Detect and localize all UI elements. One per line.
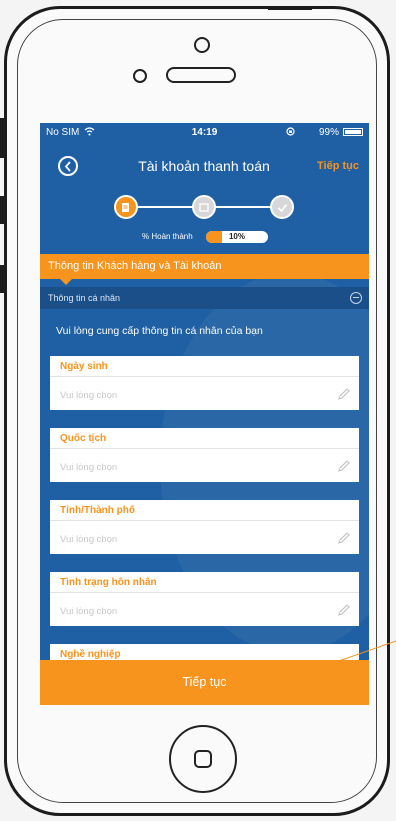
page-title: Tài khoản thanh toán bbox=[138, 158, 270, 174]
field-divider bbox=[50, 448, 359, 449]
back-button[interactable] bbox=[58, 156, 78, 176]
pencil-icon[interactable] bbox=[337, 531, 351, 545]
camera-icon bbox=[194, 37, 210, 53]
pencil-icon[interactable] bbox=[337, 459, 351, 473]
field-label: Ngày sinh bbox=[60, 361, 108, 372]
step-indicator bbox=[40, 195, 369, 219]
pencil-icon[interactable] bbox=[337, 603, 351, 617]
pencil-icon[interactable] bbox=[337, 387, 351, 401]
volume-up-button bbox=[0, 196, 6, 224]
field-nationality[interactable]: Quốc tịch bbox=[50, 428, 359, 482]
subsection-header[interactable]: Thông tin cá nhân bbox=[40, 287, 369, 309]
minus-circle-icon[interactable] bbox=[350, 292, 362, 304]
step-2 bbox=[192, 195, 216, 219]
volume-down-button bbox=[0, 265, 6, 293]
field-label: Nghề nghiệp bbox=[60, 649, 121, 660]
battery-percent: 99% bbox=[318, 127, 339, 138]
field-divider bbox=[50, 592, 359, 593]
app-screen: No SIM 14:19 99% Tài khoản thanh toán Ti… bbox=[40, 123, 369, 705]
field-marital-status[interactable]: Tình trạng hôn nhân bbox=[50, 572, 359, 626]
date-of-birth-input[interactable] bbox=[60, 390, 310, 401]
continue-button[interactable]: Tiếp tục bbox=[40, 660, 369, 705]
status-bar: No SIM 14:19 99% bbox=[40, 123, 369, 141]
progress-bar: 10% bbox=[206, 231, 268, 243]
id-card-icon bbox=[199, 203, 209, 212]
document-icon bbox=[122, 203, 129, 212]
province-input[interactable] bbox=[60, 534, 310, 545]
mute-switch bbox=[0, 118, 6, 158]
check-icon bbox=[277, 204, 288, 213]
power-button bbox=[268, 6, 312, 10]
back-arrow-icon bbox=[64, 161, 71, 172]
step-1 bbox=[114, 195, 138, 219]
progress-value: 10% bbox=[228, 232, 245, 241]
section-title: Thông tin Khách hàng và Tài khoản bbox=[48, 260, 222, 272]
home-button[interactable] bbox=[169, 725, 237, 793]
field-label: Quốc tịch bbox=[60, 433, 107, 444]
battery-icon bbox=[343, 128, 363, 136]
nationality-input[interactable] bbox=[60, 462, 310, 473]
speaker-grille bbox=[166, 67, 236, 83]
instruction-text: Vui lòng cung cấp thông tin cá nhân của … bbox=[56, 325, 263, 337]
field-province[interactable]: Tỉnh/Thành phố bbox=[50, 500, 359, 554]
field-label: Tình trạng hôn nhân bbox=[60, 577, 157, 588]
lock-rotation-icon bbox=[286, 127, 295, 136]
nav-bar: Tài khoản thanh toán Tiếp tục bbox=[40, 151, 369, 181]
nav-next-button[interactable]: Tiếp tục bbox=[317, 160, 359, 172]
field-date-of-birth[interactable]: Ngày sinh bbox=[50, 356, 359, 410]
section-caret-icon bbox=[60, 279, 72, 285]
home-square-icon bbox=[194, 750, 212, 768]
field-divider bbox=[50, 520, 359, 521]
field-label: Tỉnh/Thành phố bbox=[60, 505, 135, 516]
marital-status-input[interactable] bbox=[60, 606, 310, 617]
completion-progress: % Hoàn thành 10% bbox=[40, 229, 369, 245]
sensor-icon bbox=[133, 69, 147, 83]
field-divider bbox=[50, 376, 359, 377]
subsection-title: Thông tin cá nhân bbox=[48, 293, 121, 303]
step-3 bbox=[270, 195, 294, 219]
progress-label: % Hoàn thành bbox=[142, 232, 193, 241]
section-header: Thông tin Khách hàng và Tài khoản bbox=[40, 254, 369, 279]
